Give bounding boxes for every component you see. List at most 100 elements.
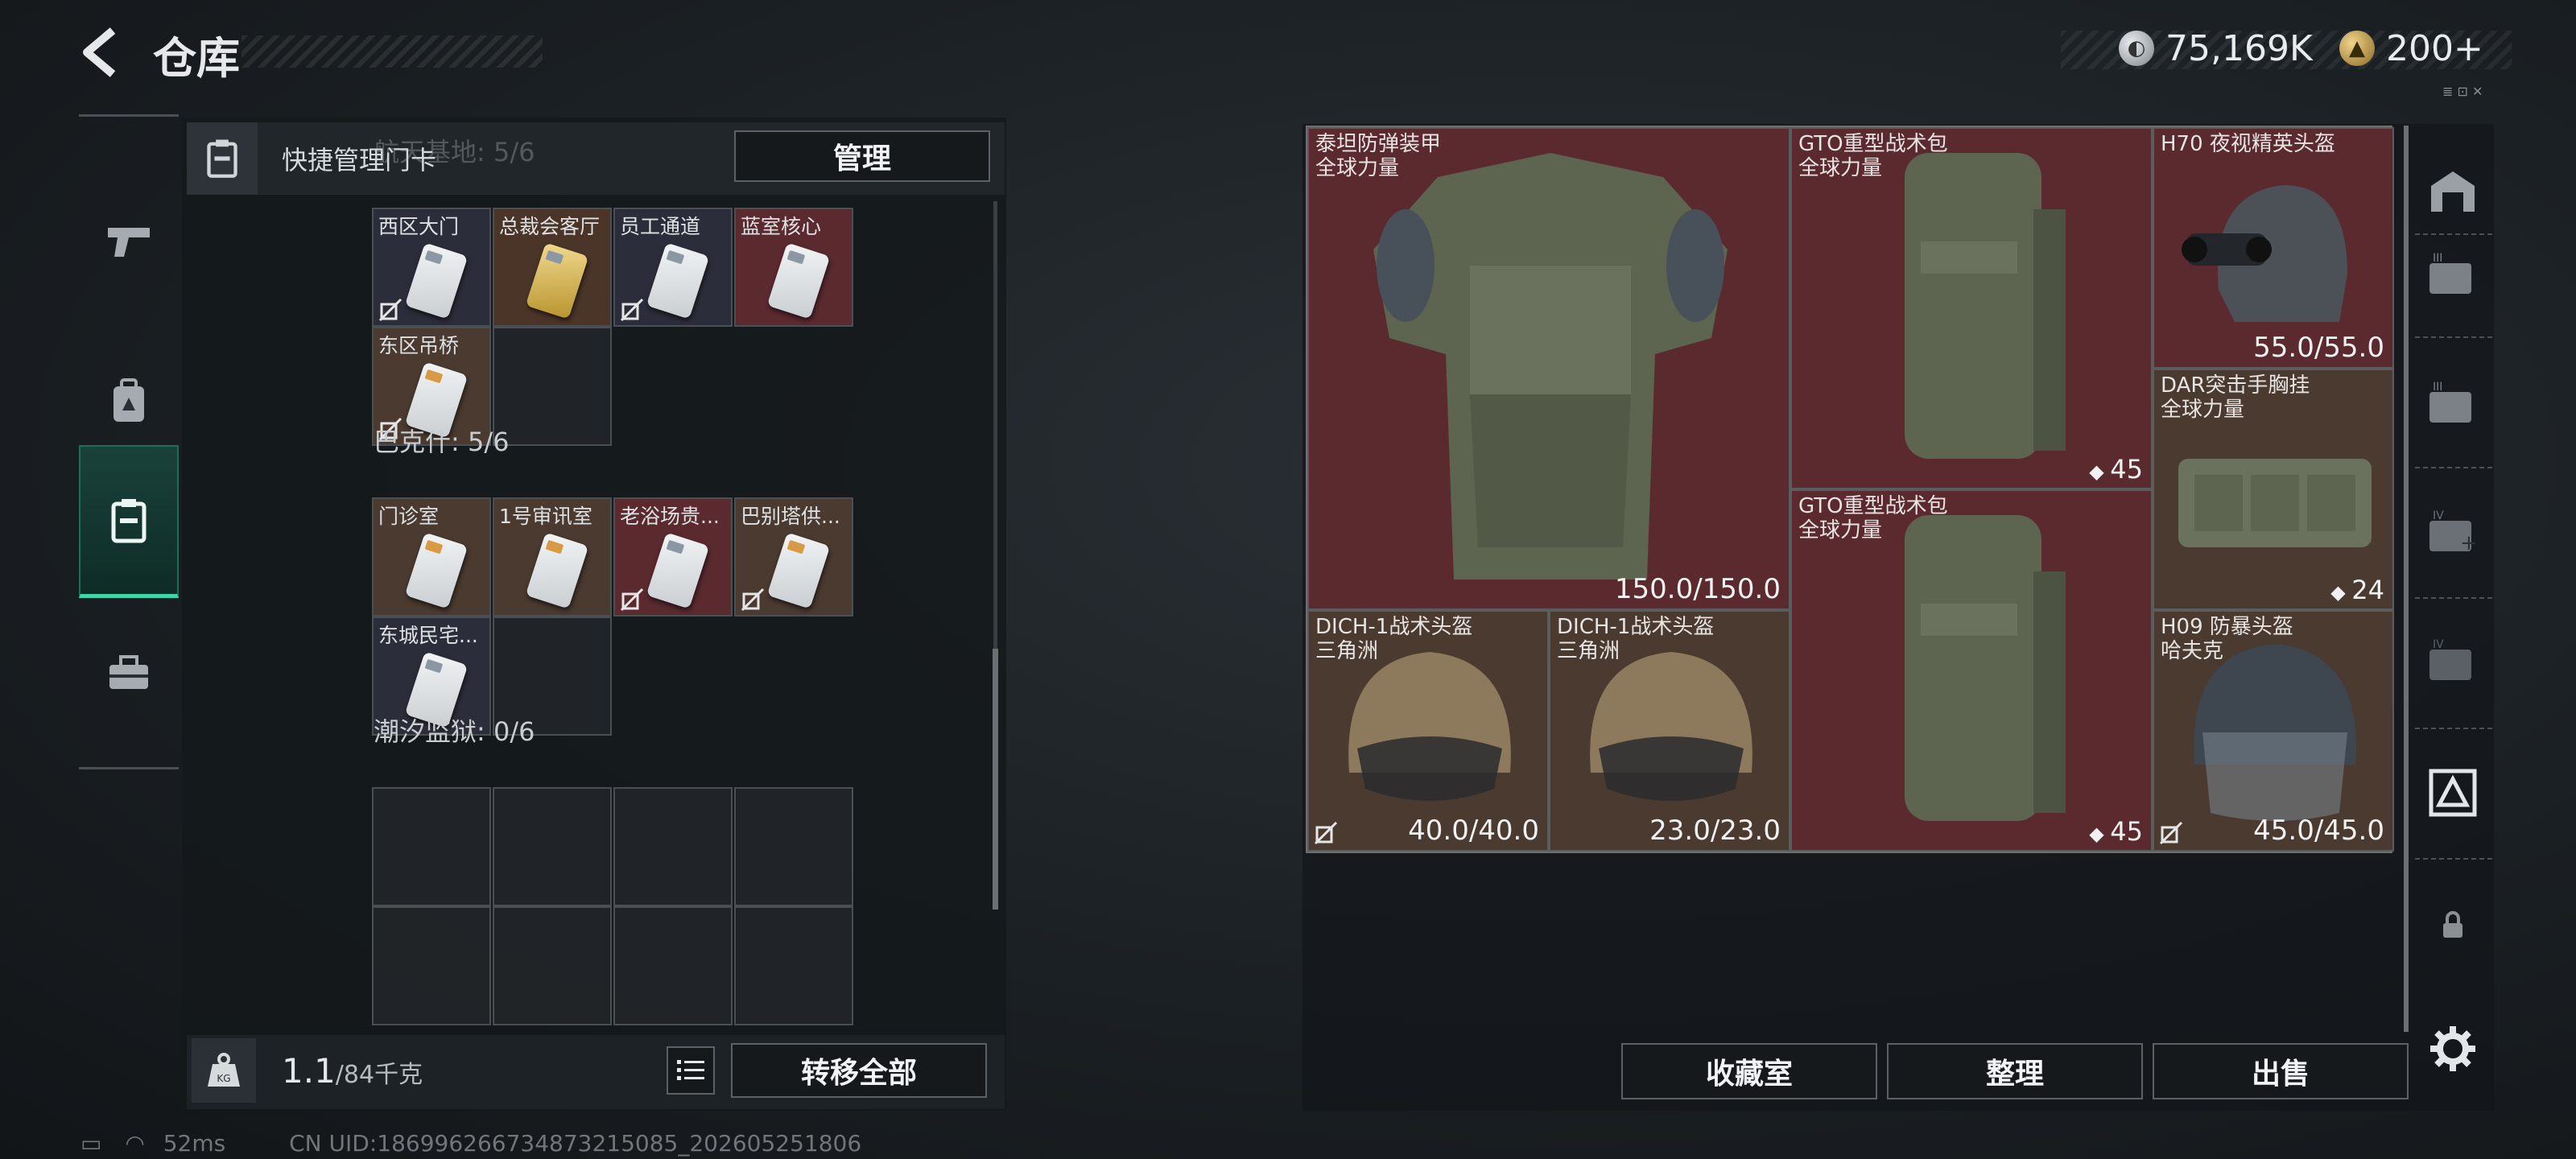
keycard-name: 1号审讯室	[499, 505, 592, 528]
stash-scrollbar[interactable]	[2404, 126, 2409, 1032]
sell-button[interactable]: 出售	[2153, 1043, 2409, 1099]
nav-keycards[interactable]	[79, 445, 179, 598]
keycard-scroll-thumb[interactable]	[993, 649, 998, 909]
keycard-slot[interactable]: 门诊室	[372, 497, 491, 617]
mini-status-icons: ≣ ⊡ ✕	[2442, 84, 2483, 99]
durability-value: 45.0/45.0	[2253, 815, 2384, 847]
empty-keycard-slot[interactable]	[734, 906, 853, 1025]
svg-text:III: III	[2433, 381, 2442, 394]
svg-text:IV: IV	[2433, 509, 2444, 522]
keycard-name: 蓝室核心	[741, 215, 822, 238]
section-label: 巴克什: 5/6	[374, 427, 510, 457]
capacity-icon: ◆	[2089, 460, 2111, 483]
item-faction: 全球力量	[2161, 398, 2245, 422]
keycard-slot[interactable]: 总裁会客厅	[493, 208, 612, 327]
item-title: GTO重型战术包	[1798, 132, 1948, 156]
item-faction: 三角洲	[1315, 639, 1379, 663]
manage-button[interactable]: 管理	[734, 130, 990, 182]
item-name: H09 防暴头盔 哈夫克	[2161, 615, 2293, 663]
capacity-value: 24	[2351, 575, 2384, 605]
silver-coin-icon: ◐	[2119, 31, 2154, 66]
svg-text:+: +	[2460, 531, 2478, 555]
empty-keycard-slot[interactable]	[372, 906, 491, 1025]
stash-item-h09-helmet[interactable]: H09 防暴头盔 哈夫克 45.0/45.0	[2153, 610, 2394, 852]
item-name: DAR突击手胸挂 全球力量	[2161, 373, 2310, 422]
no-insure-icon	[1314, 821, 1338, 845]
transfer-all-button[interactable]: 转移全部	[731, 1043, 987, 1098]
keycard-name: 员工通道	[620, 215, 701, 238]
capacity-value: 45	[2110, 454, 2143, 485]
keycard-image	[646, 532, 710, 609]
keycard-name: 巴别塔供...	[741, 505, 840, 528]
status-line: ▭ ◠ 52ms CN UID:18699626673487321508​5_2…	[80, 1130, 861, 1157]
stash-item-gto-backpack[interactable]: GTO重型战术包 全球力量 ◆ 45	[1790, 127, 2153, 489]
currency-silver-value: 75,169K	[2165, 27, 2313, 69]
stash-room-icon[interactable]	[2423, 161, 2483, 221]
item-faction: 全球力量	[1798, 156, 1883, 180]
stash-item-h70-helmet[interactable]: H70 夜视精英头盔 55.0/55.0	[2153, 127, 2394, 369]
keycard-image	[525, 532, 589, 609]
item-faction: 三角洲	[1557, 639, 1620, 663]
keycard-image	[404, 242, 469, 320]
empty-keycard-slot[interactable]	[613, 787, 733, 906]
item-name: 泰坦防弹装甲 全球力量	[1315, 132, 1441, 180]
no-insure-icon	[620, 588, 644, 612]
expansion-case-3b-icon[interactable]: III	[2423, 373, 2483, 433]
gto-backpack-image	[1792, 491, 2151, 850]
stash-item-dar-chest-rig[interactable]: DAR突击手胸挂 全球力量 ◆ 24	[2153, 369, 2394, 610]
keycard-slot[interactable]: 员工通道	[613, 208, 733, 327]
stash-item-dich1-helmet[interactable]: DICH-1战术头盔 三角洲 23.0/23.0	[1549, 610, 1790, 852]
keycard-slot[interactable]: 蓝室核心	[734, 208, 853, 327]
item-title: DICH-1战术头盔	[1557, 615, 1715, 639]
keycard-name: 总裁会客厅	[499, 215, 601, 238]
currency-gold: ▲ 200+	[2339, 24, 2483, 72]
empty-keycard-slot[interactable]	[734, 787, 853, 906]
stash-grid: 泰坦防弹装甲 全球力量 150.0/150.0 GTO重型战术包 全球力量 ◆ 45 H70…	[1306, 126, 2394, 853]
empty-keycard-slot[interactable]	[372, 787, 491, 906]
stash-item-titan-armor[interactable]: 泰坦防弹装甲 全球力量 150.0/150.0	[1307, 127, 1790, 610]
section-label: 航天基地: 5/6	[374, 137, 535, 167]
expansion-case-4-icon[interactable]: IV +	[2423, 502, 2483, 562]
keycard-safe-icon[interactable]	[2423, 763, 2483, 823]
title-decoration	[242, 35, 543, 68]
settings-gear-icon[interactable]	[2423, 1019, 2483, 1079]
empty-keycard-slot[interactable]	[493, 906, 612, 1025]
list-view-icon[interactable]	[667, 1046, 715, 1095]
lock-icon[interactable]	[2423, 895, 2483, 955]
expansion-case-3-icon[interactable]: III	[2423, 245, 2483, 304]
item-faction: 全球力量	[1315, 156, 1400, 180]
weight-value: 1.1	[282, 1051, 336, 1091]
gto-backpack-image	[1792, 129, 2151, 488]
collection-room-button[interactable]: 收藏室	[1621, 1043, 1877, 1099]
stash-item-dich1-helmet[interactable]: DICH-1战术头盔 三角洲 40.0/40.0	[1307, 610, 1549, 852]
no-insure-icon	[620, 298, 644, 322]
keycard-image	[646, 242, 710, 320]
empty-keycard-slot[interactable]	[613, 906, 733, 1025]
capacity-value: 45	[2110, 816, 2143, 847]
capacity-badge: ◆ 24	[2330, 575, 2384, 605]
nav-weapons[interactable]	[79, 165, 179, 318]
wifi-icon: ◠	[125, 1130, 145, 1157]
empty-keycard-slot[interactable]	[493, 787, 612, 906]
empty-keycard-slot[interactable]	[493, 327, 612, 446]
keycard-slot[interactable]: 巴别塔供...	[734, 497, 853, 617]
keycard-image	[525, 242, 589, 320]
item-faction: 哈夫克	[2161, 639, 2224, 663]
nav-tools[interactable]	[79, 596, 179, 749]
capacity-badge: ◆ 45	[2089, 454, 2143, 485]
keycard-slot[interactable]: 1号审讯室	[493, 497, 612, 617]
no-insure-icon	[2159, 821, 2183, 845]
stash-item-gto-backpack[interactable]: GTO重型战术包 全球力量 ◆ 45	[1790, 489, 2153, 852]
keycard-slot[interactable]: 老浴场贵...	[613, 497, 733, 617]
keycard-name: 东城民宅...	[378, 624, 478, 647]
no-insure-icon	[378, 298, 402, 322]
no-insure-icon	[741, 588, 765, 612]
organize-button[interactable]: 整理	[1887, 1043, 2143, 1099]
keycard-case-icon	[187, 122, 258, 195]
item-name: DICH-1战术头盔 三角洲	[1557, 615, 1714, 663]
expansion-case-4b-icon[interactable]: IV	[2423, 631, 2483, 691]
battery-icon: ▭	[80, 1130, 102, 1157]
svg-text:KG: KG	[217, 1073, 230, 1084]
back-arrow-icon[interactable]	[77, 24, 126, 80]
keycard-slot[interactable]: 西区大门	[372, 208, 491, 327]
